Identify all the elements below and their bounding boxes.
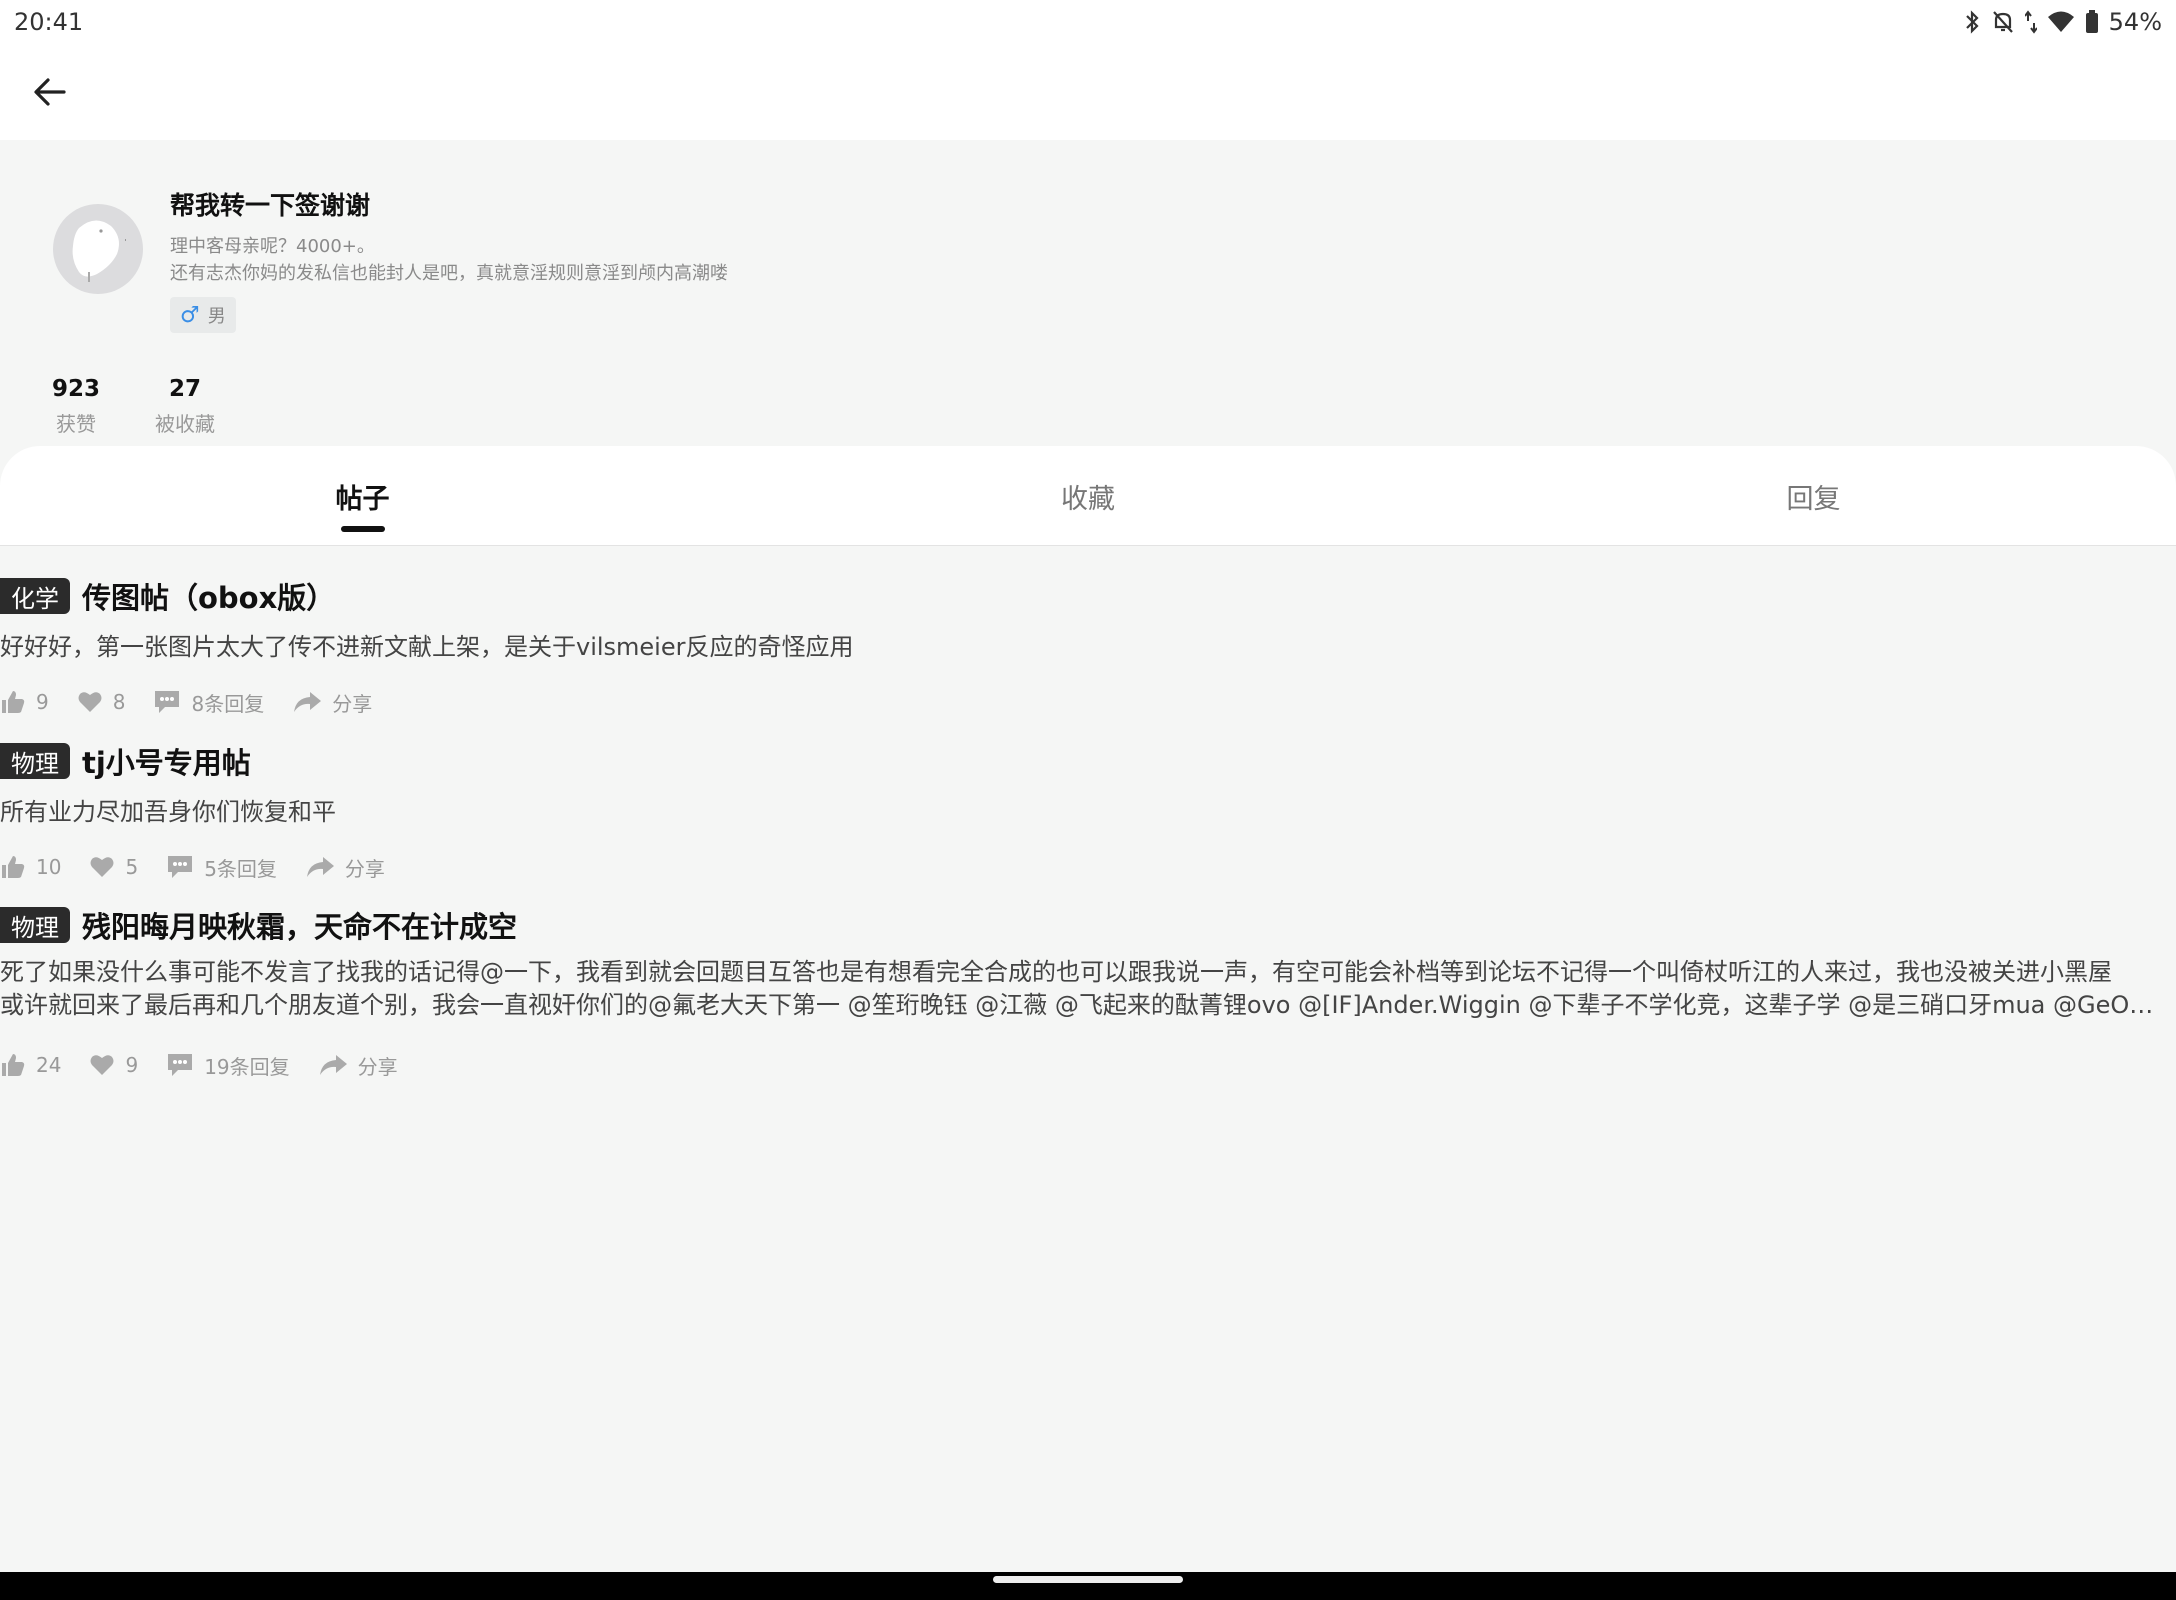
like-count: 10	[36, 855, 62, 879]
share-label: 分享	[332, 691, 373, 716]
reply-count: 8条回复	[191, 691, 265, 716]
heart-icon	[90, 857, 114, 877]
post-title-row: 物理 残阳晦月映秋霜，天命不在计成空	[0, 903, 517, 947]
like-count: 9	[36, 690, 49, 714]
battery-percent: 54%	[2108, 8, 2162, 36]
post-body-line-1: 死了如果没什么事可能不发言了找我的话记得@一下，我看到就会回题目互答也是有想看完…	[0, 958, 2112, 986]
bio-line-1: 理中客母亲呢？4000+。	[170, 236, 375, 257]
bell-off-icon	[1992, 11, 2013, 33]
stat-favorited-value: 27	[168, 376, 201, 402]
favorite-count: 9	[125, 1053, 139, 1077]
data-arrows-icon	[2024, 10, 2037, 34]
comment-icon	[168, 856, 193, 878]
status-time: 20:41	[14, 8, 84, 36]
comment-icon	[168, 1054, 193, 1076]
heart-icon	[90, 1055, 114, 1075]
gender-badge: ♂ 男	[170, 297, 236, 333]
post-actions: 10 5 5条回复 分享	[0, 849, 413, 885]
app-bar	[0, 44, 2176, 140]
favorite-button[interactable]: 8	[77, 690, 126, 714]
like-button[interactable]: 9	[0, 689, 49, 715]
post-title: tj小号专用帖	[82, 746, 251, 780]
post-actions: 24 9 19条回复 分享	[0, 1047, 426, 1083]
stat-likes: 923 获赞	[52, 376, 100, 437]
battery-icon	[2085, 10, 2098, 33]
share-label: 分享	[357, 1054, 398, 1079]
thumbs-up-icon	[2, 691, 25, 713]
arrow-left-icon	[34, 78, 66, 106]
bio-line-2: 还有志杰你妈的发私信也能封人是吧，真就意淫规则意淫到颅内高潮喽	[170, 263, 728, 284]
reply-count: 5条回复	[204, 856, 277, 881]
like-count: 24	[36, 1053, 62, 1077]
share-label: 分享	[344, 856, 385, 881]
thumbs-up-icon	[2, 1054, 25, 1076]
reply-button[interactable]: 19条回复	[166, 1051, 290, 1080]
share-arrow-icon	[306, 857, 334, 877]
reply-button[interactable]: 8条回复	[153, 688, 264, 717]
stat-likes-value: 923	[52, 376, 101, 402]
share-button[interactable]: 分享	[305, 853, 385, 882]
share-button[interactable]: 分享	[292, 688, 372, 717]
tab-favorites-label: 收藏	[1061, 483, 1115, 515]
post-title-row: 物理 tj小号专用帖	[0, 739, 251, 783]
back-button[interactable]	[28, 70, 72, 114]
home-gesture-handle[interactable]	[993, 1576, 1183, 1583]
post-title-row: 化学 传图帖（obox版）	[0, 574, 335, 618]
gender-label: 男	[207, 306, 226, 327]
favorite-count: 8	[112, 690, 126, 714]
thumbs-up-icon	[2, 856, 25, 878]
post-tag: 物理	[0, 743, 70, 779]
male-icon: ♂	[180, 302, 200, 328]
post-title: 残阳晦月映秋霜，天命不在计成空	[82, 910, 518, 944]
status-bar: 20:41 54%	[0, 0, 2176, 44]
favorite-button[interactable]: 9	[89, 1053, 138, 1077]
avatar[interactable]	[53, 204, 143, 294]
tab-replies-label: 回复	[1786, 483, 1841, 515]
tab-favorites[interactable]: 收藏	[725, 446, 1451, 546]
reply-count: 19条回复	[204, 1054, 290, 1079]
comment-icon	[155, 691, 180, 713]
post-body: 好好好，第一张图片太大了传不进新文献上架，是关于vilsmeier反应的奇怪应用	[0, 633, 854, 661]
stat-likes-label: 获赞	[56, 412, 96, 436]
post-title: 传图帖（obox版）	[82, 581, 336, 615]
like-button[interactable]: 10	[0, 854, 61, 880]
favorite-count: 5	[125, 855, 139, 879]
post-body: 所有业力尽加吾身你们恢复和平	[0, 798, 336, 826]
reply-button[interactable]: 5条回复	[166, 853, 277, 882]
share-button[interactable]: 分享	[318, 1051, 398, 1080]
post-tag: 物理	[0, 907, 70, 943]
stat-favorited-label: 被收藏	[155, 412, 215, 436]
like-button[interactable]: 24	[0, 1052, 61, 1078]
post-tag: 化学	[0, 578, 70, 614]
post-body-line-2: 或许就回来了最后再和几个朋友道个别，我会一直视奸你们的@氟老大天下第一 @笙珩晚…	[0, 991, 2160, 1019]
heart-icon	[78, 692, 102, 712]
stat-favorited: 27 被收藏	[155, 376, 215, 437]
tab-bar: 帖子 收藏 回复	[0, 446, 2176, 546]
favorite-button[interactable]: 5	[89, 855, 138, 879]
post-actions: 9 8 8条回复 分享	[0, 684, 400, 720]
username: 帮我转一下签谢谢	[170, 191, 371, 220]
default-avatar-icon	[72, 220, 126, 282]
wifi-icon	[2047, 11, 2074, 32]
status-icons: 54%	[1963, 8, 2162, 36]
share-arrow-icon	[294, 692, 322, 712]
tab-posts[interactable]: 帖子	[0, 446, 725, 546]
tab-active-indicator	[340, 526, 385, 532]
bluetooth-icon	[1965, 10, 1979, 34]
share-arrow-icon	[319, 1055, 347, 1075]
tab-replies[interactable]: 回复	[1451, 446, 2176, 546]
profile-header: 帮我转一下签谢谢 理中客母亲呢？4000+。 还有志杰你妈的发私信也能封人是吧，…	[0, 140, 2176, 450]
tab-posts-label: 帖子	[335, 483, 390, 515]
